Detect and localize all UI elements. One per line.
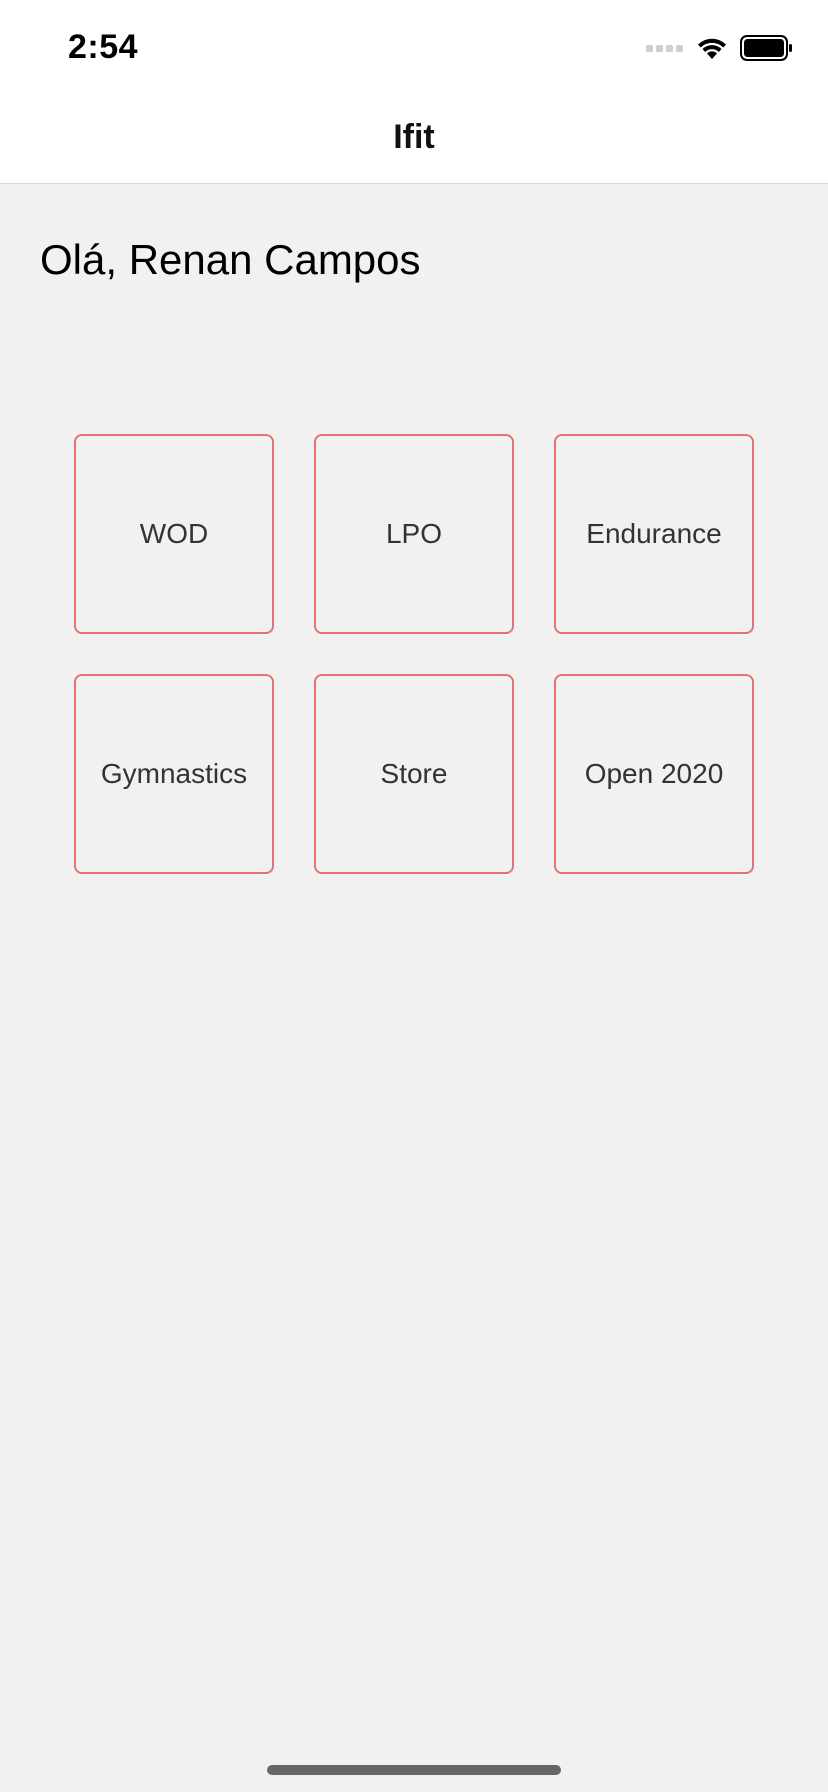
menu-grid: WOD LPO Endurance Gymnastics Store Open … — [74, 434, 754, 874]
tile-gymnastics[interactable]: Gymnastics — [74, 674, 274, 874]
tile-label: Endurance — [586, 518, 722, 549]
wifi-icon — [696, 35, 728, 66]
status-icons — [646, 34, 794, 66]
tile-open-2020[interactable]: Open 2020 — [554, 674, 754, 874]
tile-endurance[interactable]: Endurance — [554, 434, 754, 634]
tile-label: Open 2020 — [584, 758, 724, 789]
tile-label: LPO — [385, 518, 443, 549]
status-time: 2:54 — [68, 28, 139, 66]
greeting-text: Olá, Renan Campos — [40, 236, 421, 283]
tile-lpo[interactable]: LPO — [314, 434, 514, 634]
tile-wod[interactable]: WOD — [74, 434, 274, 634]
tile-label: Store — [380, 758, 448, 789]
signal-dots-icon — [646, 41, 684, 59]
navigation-bar: Ifit — [0, 94, 828, 184]
page-title: Ifit — [393, 118, 435, 156]
battery-icon — [740, 34, 794, 66]
tile-label: WOD — [139, 518, 209, 549]
home-indicator[interactable] — [267, 1765, 561, 1775]
tile-label: Gymnastics — [100, 758, 248, 789]
status-bar: 2:54 — [0, 0, 828, 94]
tile-store[interactable]: Store — [314, 674, 514, 874]
